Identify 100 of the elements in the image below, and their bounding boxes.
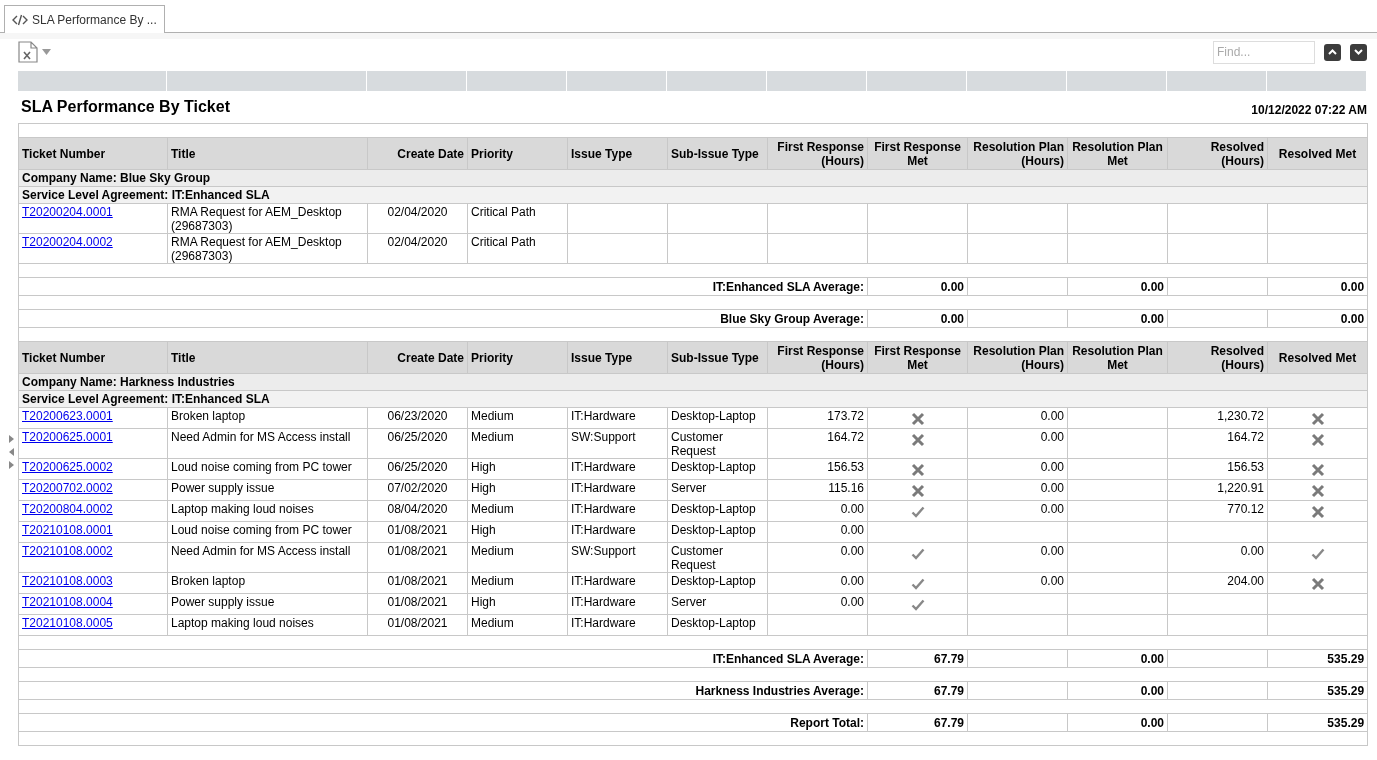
column-header: Priority: [471, 350, 513, 365]
issue-type: IT:Hardware: [571, 409, 636, 423]
next-button[interactable]: [1350, 43, 1367, 61]
company-group-label: Company Name: Blue Sky Group: [22, 171, 211, 185]
priority-text: High: [471, 460, 496, 474]
hours-value: 0.00: [1040, 409, 1064, 423]
chevron-down-icon: [1354, 49, 1363, 55]
priority-text: Medium: [471, 430, 514, 444]
priority-text: High: [471, 595, 496, 609]
hours-value: 0.00: [1040, 544, 1064, 558]
column-header: Create Date: [397, 350, 464, 365]
caret-icon[interactable]: [42, 49, 51, 55]
average-value: 0.00: [1140, 651, 1164, 666]
average-value: 535.29: [1327, 683, 1365, 698]
sub-issue-type: Desktop-Laptop: [671, 460, 756, 474]
priority-text: Critical Path: [471, 205, 536, 219]
hours-value: 0.00: [840, 574, 864, 588]
company-group-label: Company Name: Harkness Industries: [22, 375, 235, 389]
average-value: 0.00: [1340, 311, 1365, 326]
ticket-title: Need Admin for MS Access install: [171, 544, 351, 558]
average-value: 0.00: [940, 311, 964, 326]
previous-button[interactable]: [1324, 43, 1341, 61]
chevron-up-icon: [1328, 49, 1337, 55]
priority-text: Medium: [471, 574, 514, 588]
priority-text: Medium: [471, 616, 514, 630]
ticket-title: Broken laptop: [171, 574, 246, 588]
column-header: First Response Met: [874, 343, 961, 372]
column-header: Ticket Number: [22, 146, 106, 161]
hours-value: 0.00: [1040, 502, 1064, 516]
hours-value: 0.00: [1040, 574, 1064, 588]
average-label: IT:Enhanced SLA Average:: [712, 279, 864, 294]
average-value: 0.00: [1140, 279, 1164, 294]
create-date: 01/08/2021: [387, 595, 448, 609]
average-value: 535.29: [1327, 715, 1365, 730]
create-date: 02/04/2020: [387, 205, 448, 219]
sub-issue-type: Desktop-Laptop: [671, 409, 756, 423]
average-value: 67.79: [933, 651, 964, 666]
issue-type: IT:Hardware: [571, 460, 636, 474]
ticket-title: Power supply issue: [171, 481, 275, 495]
hours-value: 0.00: [840, 502, 864, 516]
column-header: Resolved Met: [1278, 350, 1357, 365]
splitter-handle-icon[interactable]: [8, 434, 15, 470]
column-header: Priority: [471, 146, 513, 161]
issue-type: IT:Hardware: [571, 481, 636, 495]
excel-export-icon[interactable]: [18, 41, 38, 63]
issue-type: IT:Hardware: [571, 574, 636, 588]
average-label: IT:Enhanced SLA Average:: [712, 651, 864, 666]
priority-text: Critical Path: [471, 235, 536, 249]
column-header: First Response (Hours): [777, 139, 864, 168]
hours-value: 156.53: [827, 460, 864, 474]
hours-value: 0.00: [840, 523, 864, 537]
ticket-title: Loud noise coming from PC tower: [171, 460, 352, 474]
average-value: 0.00: [1140, 683, 1164, 698]
issue-type: IT:Hardware: [571, 595, 636, 609]
report-tab[interactable]: SLA Performance By ...: [4, 5, 165, 33]
average-label: Blue Sky Group Average:: [720, 311, 864, 326]
sla-group-label: Service Level Agreement: IT:Enhanced SLA: [22, 188, 270, 202]
sub-issue-type: Desktop-Laptop: [671, 502, 756, 516]
column-header: Ticket Number: [22, 350, 106, 365]
sub-issue-type: Server: [671, 595, 707, 609]
ticket-title: Need Admin for MS Access install: [171, 430, 351, 444]
hours-value: 770.12: [1227, 502, 1264, 516]
issue-type: IT:Hardware: [571, 616, 636, 630]
hours-value: 0.00: [840, 544, 864, 558]
ticket-title: Laptop making loud noises: [171, 616, 314, 630]
create-date: 08/04/2020: [387, 502, 448, 516]
average-label: Harkness Industries Average:: [695, 683, 864, 698]
sub-issue-type: Customer Request: [671, 430, 723, 458]
column-header: Resolution Plan Met: [1072, 343, 1163, 372]
sub-issue-type: Server: [671, 481, 707, 495]
average-value: 0.00: [1140, 311, 1164, 326]
hours-value: 0.00: [1040, 460, 1064, 474]
issue-type: IT:Hardware: [571, 502, 636, 516]
column-header: First Response (Hours): [777, 343, 864, 372]
column-header: Sub-Issue Type: [671, 350, 759, 365]
column-header: Resolution Plan (Hours): [973, 343, 1064, 372]
priority-text: High: [471, 523, 496, 537]
column-header: Resolution Plan (Hours): [973, 139, 1064, 168]
create-date: 01/08/2021: [387, 574, 448, 588]
ticket-title: RMA Request for AEM_Desktop (29687303): [171, 235, 342, 263]
find-field[interactable]: Find...: [1213, 40, 1315, 64]
create-date: 01/08/2021: [387, 616, 448, 630]
column-header: First Response Met: [874, 139, 961, 168]
ticket-title: Loud noise coming from PC tower: [171, 523, 352, 537]
hours-value: 0.00: [1040, 430, 1064, 444]
hours-value: 0.00: [1240, 544, 1264, 558]
column-header: Issue Type: [571, 350, 633, 365]
column-header: Title: [171, 350, 196, 365]
average-value: 67.79: [933, 683, 964, 698]
hours-value: 204.00: [1227, 574, 1264, 588]
hours-value: 0.00: [840, 595, 864, 609]
sla-group-label: Service Level Agreement: IT:Enhanced SLA: [22, 392, 270, 406]
issue-type: SW:Support: [571, 544, 636, 558]
priority-text: Medium: [471, 544, 514, 558]
hours-value: 0.00: [1040, 481, 1064, 495]
column-header: Sub-Issue Type: [671, 146, 759, 161]
hours-value: 1,220.91: [1217, 481, 1264, 495]
average-value: 535.29: [1327, 651, 1365, 666]
create-date: 06/25/2020: [387, 430, 448, 444]
ticket-title: Broken laptop: [171, 409, 246, 423]
